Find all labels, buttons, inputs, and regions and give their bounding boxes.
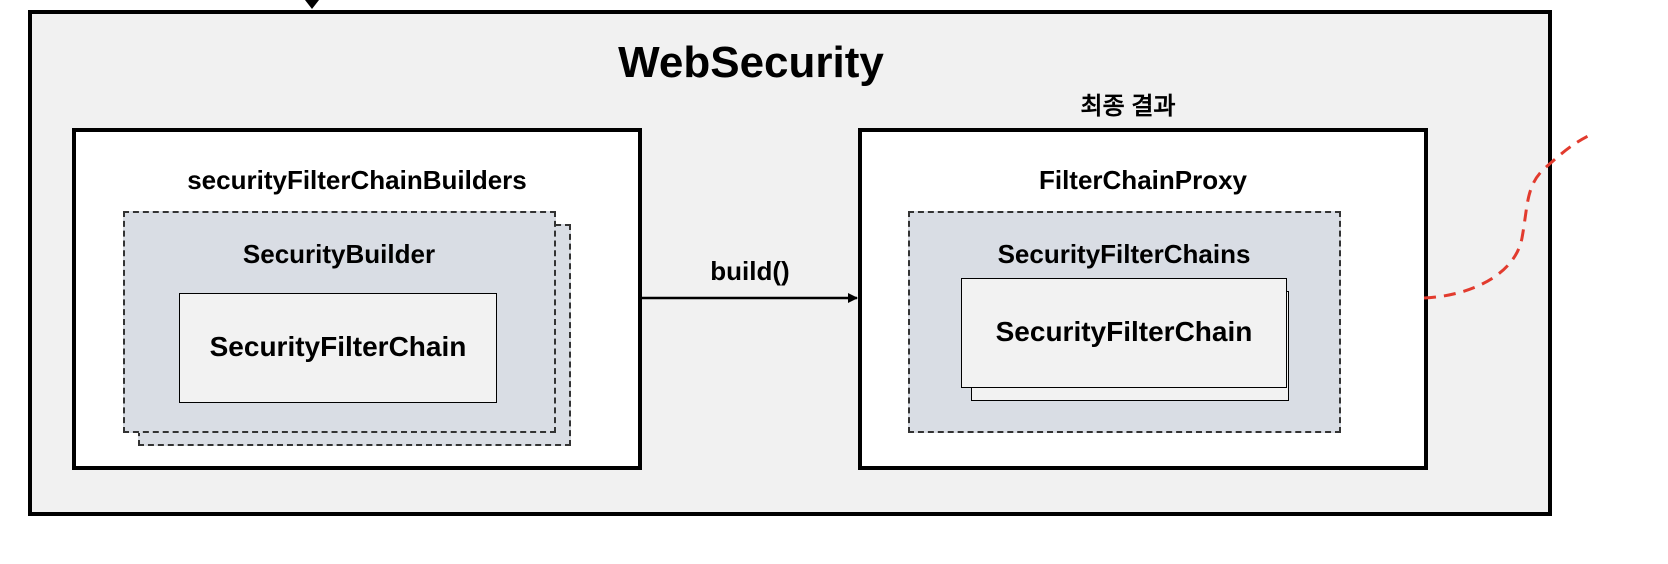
incoming-arrow-head <box>305 0 319 9</box>
red-dashed-curve <box>1423 133 1591 300</box>
connectors-layer <box>305 0 1591 303</box>
